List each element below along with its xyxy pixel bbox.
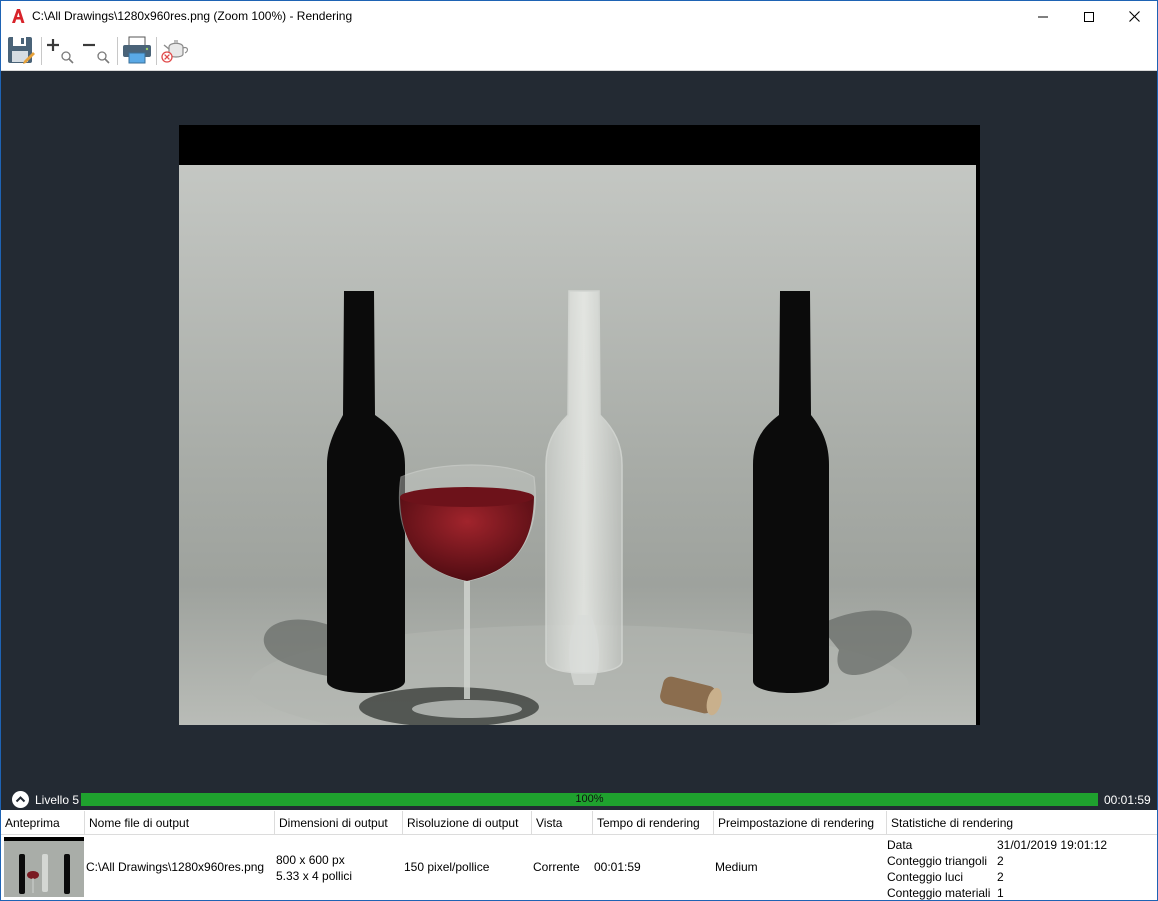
close-icon: [1128, 11, 1140, 22]
title-bar[interactable]: C:\All Drawings\1280x960res.png (Zoom 10…: [1, 1, 1157, 32]
stat-name: Conteggio materiali: [887, 886, 991, 900]
rendered-image: [179, 125, 980, 725]
maximize-button[interactable]: [1066, 1, 1112, 32]
zoom-out-button[interactable]: [79, 34, 113, 66]
cell-dimensions-in: 5.33 x 4 pollici: [276, 869, 353, 883]
stat-row: Data 31/01/2019 19:01:12: [887, 837, 1147, 853]
column-header-render-time[interactable]: Tempo di rendering: [593, 811, 714, 834]
stat-name: Conteggio luci: [887, 870, 964, 884]
print-icon: [123, 36, 151, 64]
stat-value: 2: [997, 870, 1004, 884]
teapot-delete-icon: [161, 40, 189, 63]
stat-row: Conteggio materiali 1: [887, 885, 1147, 900]
column-header-preview[interactable]: Anteprima: [1, 811, 85, 834]
minimize-button[interactable]: [1020, 1, 1066, 32]
save-icon: [8, 37, 35, 64]
render-level-label: Livello 5: [35, 793, 80, 807]
column-header-dimensions[interactable]: Dimensioni di output: [275, 811, 403, 834]
save-button[interactable]: [4, 34, 38, 66]
column-header-view[interactable]: Vista: [532, 811, 593, 834]
stat-value: 1: [997, 886, 1004, 900]
render-progress-row: Livello 5 100% 00:01:59: [1, 789, 1157, 810]
maximize-icon: [1084, 11, 1094, 22]
render-window: C:\All Drawings\1280x960res.png (Zoom 10…: [0, 0, 1158, 901]
zoom-out-icon: [83, 43, 110, 64]
toolbar: [1, 32, 1157, 71]
cell-preset: Medium: [715, 860, 758, 874]
elapsed-time: 00:01:59: [1104, 793, 1151, 807]
column-header-resolution[interactable]: Risoluzione di output: [403, 811, 532, 834]
wine-still-life-image: [179, 125, 980, 725]
preview-thumbnail[interactable]: [4, 837, 84, 897]
toolbar-separator: [117, 37, 118, 65]
stat-value: 2: [997, 854, 1004, 868]
stat-name: Data: [887, 838, 913, 852]
toolbar-separator: [156, 37, 157, 65]
render-history-table: Anteprima Nome file di output Dimensioni…: [1, 811, 1157, 900]
cell-statistics: Data 31/01/2019 19:01:12 Conteggio trian…: [887, 837, 1147, 900]
print-button[interactable]: [120, 34, 154, 66]
table-row[interactable]: C:\All Drawings\1280x960res.png 800 x 60…: [1, 835, 1157, 900]
cell-view: Corrente: [533, 860, 580, 874]
cell-file-name: C:\All Drawings\1280x960res.png: [86, 860, 265, 874]
minimize-icon: [1038, 16, 1048, 17]
table-header: Anteprima Nome file di output Dimensioni…: [1, 811, 1157, 835]
delete-render-button[interactable]: [159, 34, 193, 66]
zoom-in-button[interactable]: [44, 34, 78, 66]
cell-dimensions-px: 800 x 600 px: [276, 853, 345, 867]
render-viewport[interactable]: [1, 71, 1157, 789]
stat-value: 31/01/2019 19:01:12: [997, 838, 1108, 852]
zoom-in-icon: [47, 39, 74, 64]
level-toggle-button[interactable]: [12, 791, 29, 808]
cell-resolution: 150 pixel/pollice: [404, 860, 490, 874]
column-header-statistics[interactable]: Statistiche di rendering: [887, 811, 1157, 834]
autocad-a-icon: [12, 9, 25, 23]
progress-percent: 100%: [575, 793, 604, 805]
chevron-up-icon: [15, 796, 26, 803]
toolbar-separator: [41, 37, 42, 65]
column-header-preset[interactable]: Preimpostazione di rendering: [714, 811, 887, 834]
stat-name: Conteggio triangoli: [887, 854, 988, 868]
window-title: C:\All Drawings\1280x960res.png (Zoom 10…: [32, 9, 353, 23]
stat-row: Conteggio luci 2: [887, 869, 1147, 885]
thumbnail-image: [4, 837, 84, 897]
cell-render-time: 00:01:59: [594, 860, 641, 874]
column-header-file-name[interactable]: Nome file di output: [85, 811, 275, 834]
close-button[interactable]: [1111, 1, 1157, 32]
stat-row: Conteggio triangoli 2: [887, 853, 1147, 869]
progress-bar: 100%: [81, 793, 1098, 806]
